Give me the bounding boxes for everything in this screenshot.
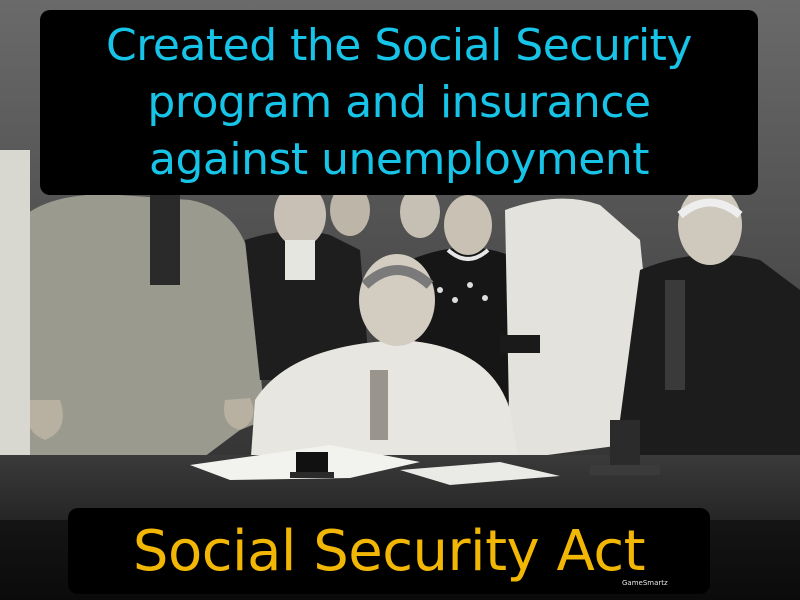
term-box: Social Security Act: [68, 508, 710, 594]
caption-box: Created the Social Security program and …: [40, 10, 758, 195]
caption-line-3: against unemployment: [148, 134, 650, 185]
caption-line-2: program and insurance: [147, 77, 651, 128]
term-title: Social Security Act: [132, 518, 646, 584]
brand-watermark: GameSmartz: [622, 579, 668, 587]
caption-line-1: Created the Social Security: [106, 20, 692, 71]
